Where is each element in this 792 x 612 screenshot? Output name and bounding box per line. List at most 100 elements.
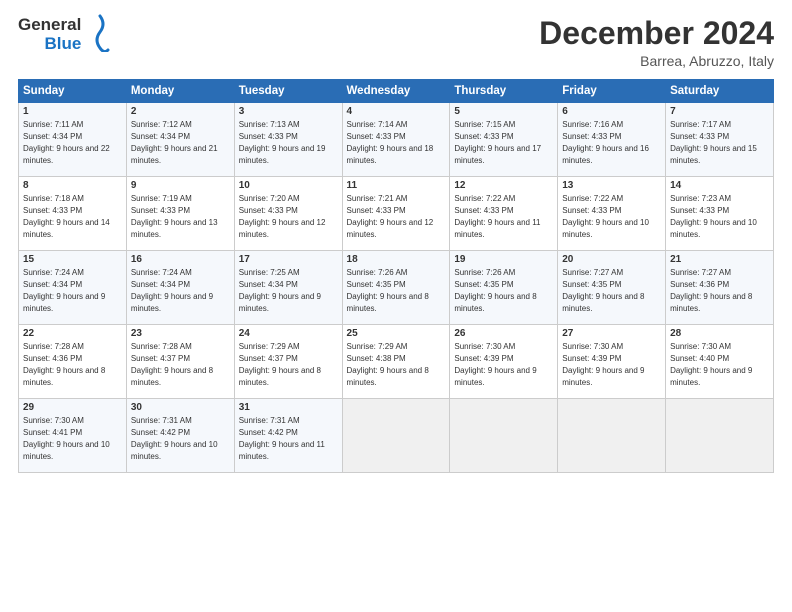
col-header-sunday: Sunday — [19, 80, 127, 103]
calendar-cell — [558, 399, 666, 473]
day-number: 12 — [454, 180, 553, 191]
calendar-cell: 3 Sunrise: 7:13 AMSunset: 4:33 PMDayligh… — [234, 103, 342, 177]
calendar-cell: 13 Sunrise: 7:22 AMSunset: 4:33 PMDaylig… — [558, 177, 666, 251]
calendar-cell — [450, 399, 558, 473]
calendar-cell: 22 Sunrise: 7:28 AMSunset: 4:36 PMDaylig… — [19, 325, 127, 399]
calendar-cell: 15 Sunrise: 7:24 AMSunset: 4:34 PMDaylig… — [19, 251, 127, 325]
cell-info: Sunrise: 7:24 AMSunset: 4:34 PMDaylight:… — [23, 268, 105, 312]
day-number: 26 — [454, 328, 553, 339]
calendar-cell: 19 Sunrise: 7:26 AMSunset: 4:35 PMDaylig… — [450, 251, 558, 325]
cell-info: Sunrise: 7:28 AMSunset: 4:37 PMDaylight:… — [131, 342, 213, 386]
cell-info: Sunrise: 7:30 AMSunset: 4:41 PMDaylight:… — [23, 416, 110, 460]
day-number: 10 — [239, 180, 338, 191]
calendar-cell: 31 Sunrise: 7:31 AMSunset: 4:42 PMDaylig… — [234, 399, 342, 473]
col-header-monday: Monday — [126, 80, 234, 103]
day-number: 21 — [670, 254, 769, 265]
calendar-cell: 12 Sunrise: 7:22 AMSunset: 4:33 PMDaylig… — [450, 177, 558, 251]
calendar-cell: 7 Sunrise: 7:17 AMSunset: 4:33 PMDayligh… — [666, 103, 774, 177]
cell-info: Sunrise: 7:26 AMSunset: 4:35 PMDaylight:… — [454, 268, 536, 312]
cell-info: Sunrise: 7:14 AMSunset: 4:33 PMDaylight:… — [347, 120, 434, 164]
calendar-header-row: SundayMondayTuesdayWednesdayThursdayFrid… — [19, 80, 774, 103]
calendar-cell: 23 Sunrise: 7:28 AMSunset: 4:37 PMDaylig… — [126, 325, 234, 399]
calendar-cell: 27 Sunrise: 7:30 AMSunset: 4:39 PMDaylig… — [558, 325, 666, 399]
calendar-cell: 21 Sunrise: 7:27 AMSunset: 4:36 PMDaylig… — [666, 251, 774, 325]
cell-info: Sunrise: 7:11 AMSunset: 4:34 PMDaylight:… — [23, 120, 110, 164]
cell-info: Sunrise: 7:29 AMSunset: 4:37 PMDaylight:… — [239, 342, 321, 386]
cell-info: Sunrise: 7:22 AMSunset: 4:33 PMDaylight:… — [562, 194, 649, 238]
calendar-cell: 1 Sunrise: 7:11 AMSunset: 4:34 PMDayligh… — [19, 103, 127, 177]
calendar-cell: 8 Sunrise: 7:18 AMSunset: 4:33 PMDayligh… — [19, 177, 127, 251]
location: Barrea, Abruzzo, Italy — [539, 53, 774, 69]
cell-info: Sunrise: 7:24 AMSunset: 4:34 PMDaylight:… — [131, 268, 213, 312]
day-number: 6 — [562, 106, 661, 117]
title-block: December 2024 Barrea, Abruzzo, Italy — [539, 16, 774, 69]
calendar-cell: 5 Sunrise: 7:15 AMSunset: 4:33 PMDayligh… — [450, 103, 558, 177]
calendar-cell: 2 Sunrise: 7:12 AMSunset: 4:34 PMDayligh… — [126, 103, 234, 177]
week-row-1: 1 Sunrise: 7:11 AMSunset: 4:34 PMDayligh… — [19, 103, 774, 177]
cell-info: Sunrise: 7:27 AMSunset: 4:35 PMDaylight:… — [562, 268, 644, 312]
day-number: 3 — [239, 106, 338, 117]
week-row-2: 8 Sunrise: 7:18 AMSunset: 4:33 PMDayligh… — [19, 177, 774, 251]
cell-info: Sunrise: 7:16 AMSunset: 4:33 PMDaylight:… — [562, 120, 649, 164]
cell-info: Sunrise: 7:31 AMSunset: 4:42 PMDaylight:… — [131, 416, 218, 460]
day-number: 20 — [562, 254, 661, 265]
calendar-cell: 11 Sunrise: 7:21 AMSunset: 4:33 PMDaylig… — [342, 177, 450, 251]
day-number: 1 — [23, 106, 122, 117]
calendar-page: General Blue December 2024 Barrea, Abruz… — [0, 0, 792, 612]
cell-info: Sunrise: 7:23 AMSunset: 4:33 PMDaylight:… — [670, 194, 757, 238]
week-row-4: 22 Sunrise: 7:28 AMSunset: 4:36 PMDaylig… — [19, 325, 774, 399]
cell-info: Sunrise: 7:13 AMSunset: 4:33 PMDaylight:… — [239, 120, 326, 164]
day-number: 4 — [347, 106, 446, 117]
cell-info: Sunrise: 7:19 AMSunset: 4:33 PMDaylight:… — [131, 194, 218, 238]
day-number: 9 — [131, 180, 230, 191]
col-header-tuesday: Tuesday — [234, 80, 342, 103]
day-number: 28 — [670, 328, 769, 339]
cell-info: Sunrise: 7:28 AMSunset: 4:36 PMDaylight:… — [23, 342, 105, 386]
calendar-cell: 29 Sunrise: 7:30 AMSunset: 4:41 PMDaylig… — [19, 399, 127, 473]
calendar-cell: 17 Sunrise: 7:25 AMSunset: 4:34 PMDaylig… — [234, 251, 342, 325]
calendar-cell: 30 Sunrise: 7:31 AMSunset: 4:42 PMDaylig… — [126, 399, 234, 473]
calendar-cell: 9 Sunrise: 7:19 AMSunset: 4:33 PMDayligh… — [126, 177, 234, 251]
cell-info: Sunrise: 7:17 AMSunset: 4:33 PMDaylight:… — [670, 120, 757, 164]
day-number: 11 — [347, 180, 446, 191]
day-number: 27 — [562, 328, 661, 339]
cell-info: Sunrise: 7:25 AMSunset: 4:34 PMDaylight:… — [239, 268, 321, 312]
cell-info: Sunrise: 7:22 AMSunset: 4:33 PMDaylight:… — [454, 194, 540, 238]
calendar-cell: 26 Sunrise: 7:30 AMSunset: 4:39 PMDaylig… — [450, 325, 558, 399]
calendar-cell: 6 Sunrise: 7:16 AMSunset: 4:33 PMDayligh… — [558, 103, 666, 177]
day-number: 16 — [131, 254, 230, 265]
cell-info: Sunrise: 7:30 AMSunset: 4:40 PMDaylight:… — [670, 342, 752, 386]
col-header-saturday: Saturday — [666, 80, 774, 103]
calendar-cell: 10 Sunrise: 7:20 AMSunset: 4:33 PMDaylig… — [234, 177, 342, 251]
logo-general: General — [18, 16, 81, 35]
cell-info: Sunrise: 7:26 AMSunset: 4:35 PMDaylight:… — [347, 268, 429, 312]
col-header-friday: Friday — [558, 80, 666, 103]
cell-info: Sunrise: 7:20 AMSunset: 4:33 PMDaylight:… — [239, 194, 326, 238]
calendar-cell — [666, 399, 774, 473]
day-number: 31 — [239, 402, 338, 413]
week-row-3: 15 Sunrise: 7:24 AMSunset: 4:34 PMDaylig… — [19, 251, 774, 325]
day-number: 8 — [23, 180, 122, 191]
calendar-cell: 24 Sunrise: 7:29 AMSunset: 4:37 PMDaylig… — [234, 325, 342, 399]
day-number: 2 — [131, 106, 230, 117]
calendar-cell: 25 Sunrise: 7:29 AMSunset: 4:38 PMDaylig… — [342, 325, 450, 399]
cell-info: Sunrise: 7:27 AMSunset: 4:36 PMDaylight:… — [670, 268, 752, 312]
day-number: 24 — [239, 328, 338, 339]
calendar-cell: 16 Sunrise: 7:24 AMSunset: 4:34 PMDaylig… — [126, 251, 234, 325]
col-header-wednesday: Wednesday — [342, 80, 450, 103]
cell-info: Sunrise: 7:12 AMSunset: 4:34 PMDaylight:… — [131, 120, 218, 164]
logo: General Blue — [18, 16, 114, 53]
day-number: 14 — [670, 180, 769, 191]
logo-wave-icon — [86, 14, 114, 52]
day-number: 29 — [23, 402, 122, 413]
calendar-cell: 20 Sunrise: 7:27 AMSunset: 4:35 PMDaylig… — [558, 251, 666, 325]
day-number: 25 — [347, 328, 446, 339]
calendar-cell: 18 Sunrise: 7:26 AMSunset: 4:35 PMDaylig… — [342, 251, 450, 325]
cell-info: Sunrise: 7:31 AMSunset: 4:42 PMDaylight:… — [239, 416, 325, 460]
cell-info: Sunrise: 7:18 AMSunset: 4:33 PMDaylight:… — [23, 194, 110, 238]
cell-info: Sunrise: 7:29 AMSunset: 4:38 PMDaylight:… — [347, 342, 429, 386]
day-number: 17 — [239, 254, 338, 265]
day-number: 19 — [454, 254, 553, 265]
calendar-cell: 14 Sunrise: 7:23 AMSunset: 4:33 PMDaylig… — [666, 177, 774, 251]
col-header-thursday: Thursday — [450, 80, 558, 103]
